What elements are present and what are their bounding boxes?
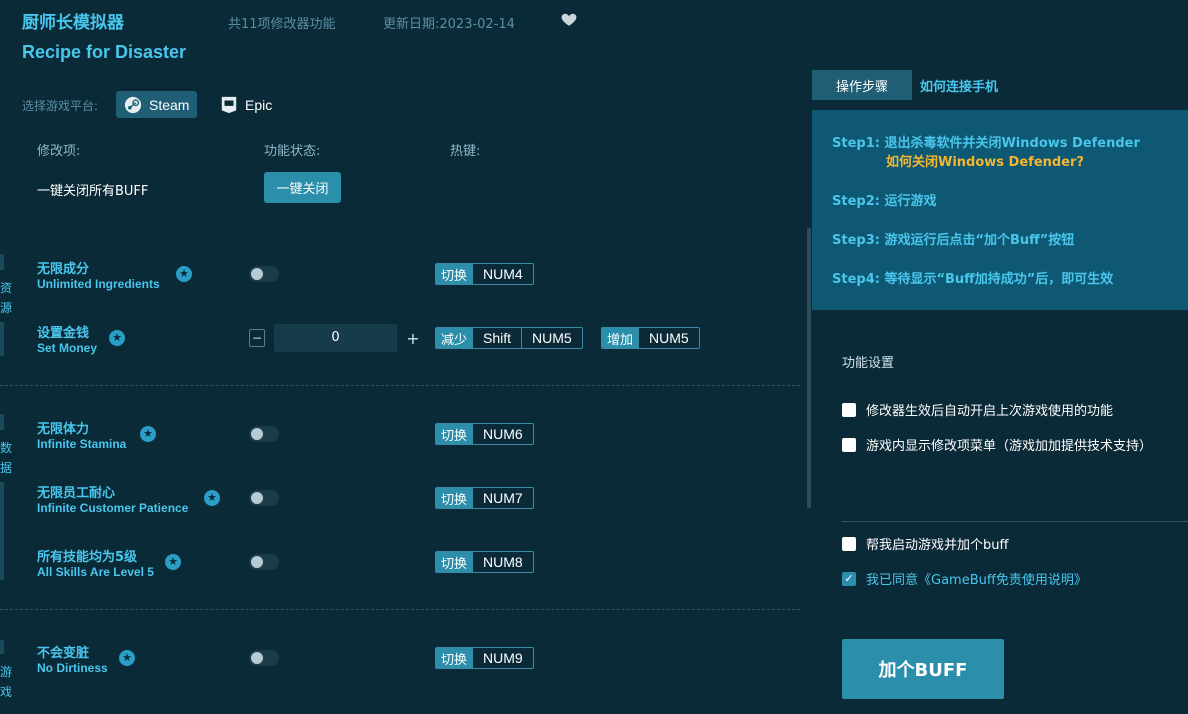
item-name-en: All Skills Are Level 5 [37, 565, 154, 579]
game-title-en: Recipe for Disaster [22, 42, 187, 62]
defender-help-link[interactable]: 如何关闭Windows Defender? [886, 151, 1084, 170]
agree-terms-option[interactable]: ✓ 我已同意《GameBuff免责使用说明》 [842, 569, 1087, 588]
item-name-cn: 无限成分 [37, 262, 90, 277]
toggle-infinite-customer-patience[interactable] [249, 490, 279, 506]
platform-epic-button[interactable]: Epic [212, 91, 280, 118]
setting-auto-enable[interactable]: 修改器生效后自动开启上次游戏使用的功能 [842, 400, 1113, 419]
section-divider [0, 385, 800, 386]
game-title-cn: 厨师长模拟器 [22, 13, 124, 33]
add-buff-button[interactable]: 加个BUFF [842, 639, 1004, 699]
scrollbar[interactable] [807, 228, 811, 508]
step-3: Step3: 游戏运行后点击“加个Buff”按钮 [832, 233, 1075, 248]
star-icon: ★ [176, 266, 192, 282]
platform-label: 选择游戏平台: [22, 99, 99, 113]
star-icon: ★ [165, 554, 181, 570]
right-divider [842, 521, 1188, 522]
platform-steam-label: Steam [149, 96, 190, 113]
hotkey-all-skills-level-5: 切换 NUM8 [435, 551, 534, 573]
star-icon: ★ [109, 330, 125, 346]
item-name-en: Infinite Stamina [37, 437, 127, 451]
section-divider [0, 609, 800, 610]
step-1: Step1: 退出杀毒软件并关闭Windows Defender [832, 136, 1140, 151]
star-icon: ★ [140, 426, 156, 442]
item-name-en: No Dirtiness [37, 661, 108, 675]
checkbox-checked-icon[interactable]: ✓ [842, 571, 856, 586]
money-input[interactable]: 0 [274, 324, 397, 352]
hotkey-money-decrease: 减少 Shift NUM5 [435, 327, 583, 349]
platform-epic-label: Epic [245, 96, 273, 113]
favorite-heart-icon[interactable] [560, 10, 578, 28]
item-name-cn: 不会变脏 [37, 646, 90, 661]
hotkey-unlimited-ingredients: 切换 NUM4 [435, 263, 534, 285]
side-tab-game-indicator [0, 640, 4, 654]
feature-count: 共11项修改器功能 [228, 17, 336, 32]
item-name-en: Infinite Customer Patience [37, 501, 189, 515]
steam-icon [124, 96, 142, 113]
side-tab-resource-bar [0, 322, 4, 356]
star-icon: ★ [204, 490, 220, 506]
side-tab-data-indicator [0, 414, 4, 430]
item-name-cn: 所有技能均为5级 [37, 550, 138, 565]
checkbox[interactable] [842, 536, 856, 551]
checkbox[interactable] [842, 402, 856, 417]
column-status: 功能状态: [264, 144, 321, 159]
step-2: Step2: 运行游戏 [832, 194, 937, 209]
column-item: 修改项: [37, 144, 81, 159]
checkbox[interactable] [842, 437, 856, 452]
money-increase-button[interactable]: + [405, 329, 421, 348]
auto-launch-option[interactable]: 帮我启动游戏并加个buff [842, 534, 1008, 553]
toggle-no-dirtiness[interactable] [249, 650, 279, 666]
toggle-infinite-stamina[interactable] [249, 426, 279, 442]
item-name-cn: 无限体力 [37, 422, 90, 437]
epic-icon [221, 96, 237, 113]
toggle-unlimited-ingredients[interactable] [249, 266, 279, 282]
close-all-label: 一键关闭所有BUFF [37, 184, 149, 199]
side-tab-data[interactable]: 数 据 [0, 438, 14, 478]
step-4: Step4: 等待显示“Buff加持成功”后，即可生效 [832, 272, 1114, 287]
item-name-cn: 无限员工耐心 [37, 486, 116, 501]
platform-steam-button[interactable]: Steam [116, 91, 198, 118]
star-icon: ★ [119, 650, 135, 666]
item-name-en: Unlimited Ingredients [37, 277, 160, 291]
hotkey-money-increase: 增加 NUM5 [601, 327, 700, 349]
settings-title: 功能设置 [842, 356, 895, 371]
item-name-cn: 设置金钱 [37, 326, 90, 341]
side-tab-game[interactable]: 游 戏 [0, 662, 14, 702]
side-tab-data-bar [0, 482, 4, 580]
money-decrease-button[interactable]: − [249, 329, 265, 347]
setting-ingame-menu[interactable]: 游戏内显示修改项菜单（游戏加加提供技术支持） [842, 435, 1152, 454]
hotkey-infinite-stamina: 切换 NUM6 [435, 423, 534, 445]
toggle-all-skills-level-5[interactable] [249, 554, 279, 570]
hotkey-infinite-customer-patience: 切换 NUM7 [435, 487, 534, 509]
side-tab-resource[interactable]: 资 源 [0, 278, 14, 318]
tab-connect-phone[interactable]: 如何连接手机 [920, 70, 998, 100]
item-name-en: Set Money [37, 341, 98, 355]
tab-steps[interactable]: 操作步骤 [812, 70, 912, 100]
column-hotkey: 热键: [450, 144, 481, 159]
close-all-button[interactable]: 一键关闭 [264, 172, 341, 203]
side-tab-resource-indicator [0, 254, 4, 270]
update-date: 更新日期:2023-02-14 [383, 17, 515, 32]
hotkey-no-dirtiness: 切换 NUM9 [435, 647, 534, 669]
